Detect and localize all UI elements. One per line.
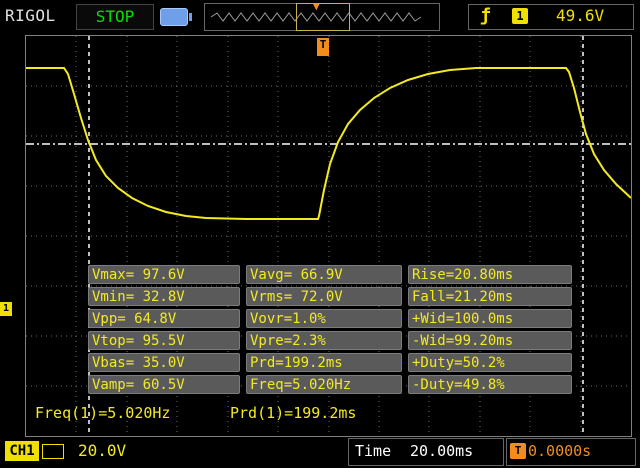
measurement-cell: Vrms= 72.0V [246, 287, 402, 306]
measurement-cell: Vavg= 66.9V [246, 265, 402, 284]
measurement-cell: Vtop= 95.5V [88, 331, 240, 350]
run-stop-status[interactable]: STOP [76, 4, 154, 30]
trigger-offset-icon: T [510, 443, 526, 459]
overview-view-window[interactable] [296, 3, 350, 31]
channel1-offset-marker[interactable]: 1 [0, 302, 12, 316]
trigger-source-badge: 1 [512, 8, 528, 24]
measurement-row: Vtop= 95.5V Vpre=2.3% -Wid=99.20ms [88, 331, 572, 350]
measurement-cell: -Wid=99.20ms [408, 331, 572, 350]
measurement-cell: Vmax= 97.6V [88, 265, 240, 284]
measurement-cell: Vamp= 60.5V [88, 375, 240, 394]
dc-coupling-icon [42, 444, 64, 459]
measurement-row: Vmin= 32.8V Vrms= 72.0V Fall=21.20ms [88, 287, 572, 306]
frequency-counter: Freq(1)=5.020Hz [35, 404, 171, 422]
measurement-row: Vbas= 35.0V Prd=199.2ms +Duty=50.2% [88, 353, 572, 372]
measurement-row: Vamp= 60.5V Freq=5.020Hz -Duty=49.8% [88, 375, 572, 394]
measurement-row: Vmax= 97.6V Vavg= 66.9V Rise=20.80ms [88, 265, 572, 284]
measurement-cell: Rise=20.80ms [408, 265, 572, 284]
measurement-cell: Vpp= 64.8V [88, 309, 240, 328]
measurement-cell: +Wid=100.0ms [408, 309, 572, 328]
battery-icon [160, 8, 192, 26]
period-counter: Prd(1)=199.2ms [230, 404, 357, 422]
brand-label: RIGOL [5, 6, 56, 25]
rising-edge-icon: ƒ [480, 5, 491, 26]
trigger-level: 49.6V [556, 6, 605, 25]
measurement-cell: Vmin= 32.8V [88, 287, 240, 306]
time-label: Time [355, 442, 392, 460]
measurement-cell: Vbas= 35.0V [88, 353, 240, 372]
measurement-cell: Vpre=2.3% [246, 331, 402, 350]
measurement-cell: -Duty=49.8% [408, 375, 572, 394]
measurement-cell: Vovr=1.0% [246, 309, 402, 328]
trigger-offset-value: 0.0000s [528, 442, 592, 460]
channel1-volts-per-div[interactable]: 20.0V [78, 441, 126, 460]
channel1-badge[interactable]: CH1 [5, 441, 39, 461]
trigger-panel[interactable] [468, 4, 634, 30]
measurement-cell: Prd=199.2ms [246, 353, 402, 372]
top-status-bar: RIGOL STOP ▼ ƒ 1 49.6V [0, 0, 640, 34]
overview-trigger-icon: ▼ [313, 0, 320, 13]
measurement-cell: Fall=21.20ms [408, 287, 572, 306]
measurement-table: Vmax= 97.6V Vavg= 66.9V Rise=20.80ms Vmin= … [88, 265, 572, 396]
measurement-row: Vpp= 64.8V Vovr=1.0% +Wid=100.0ms [88, 309, 572, 328]
measurement-cell: +Duty=50.2% [408, 353, 572, 372]
trigger-position-marker[interactable]: T [317, 38, 329, 56]
measurement-cell: Freq=5.020Hz [246, 375, 402, 394]
time-per-div: 20.00ms [410, 442, 474, 460]
